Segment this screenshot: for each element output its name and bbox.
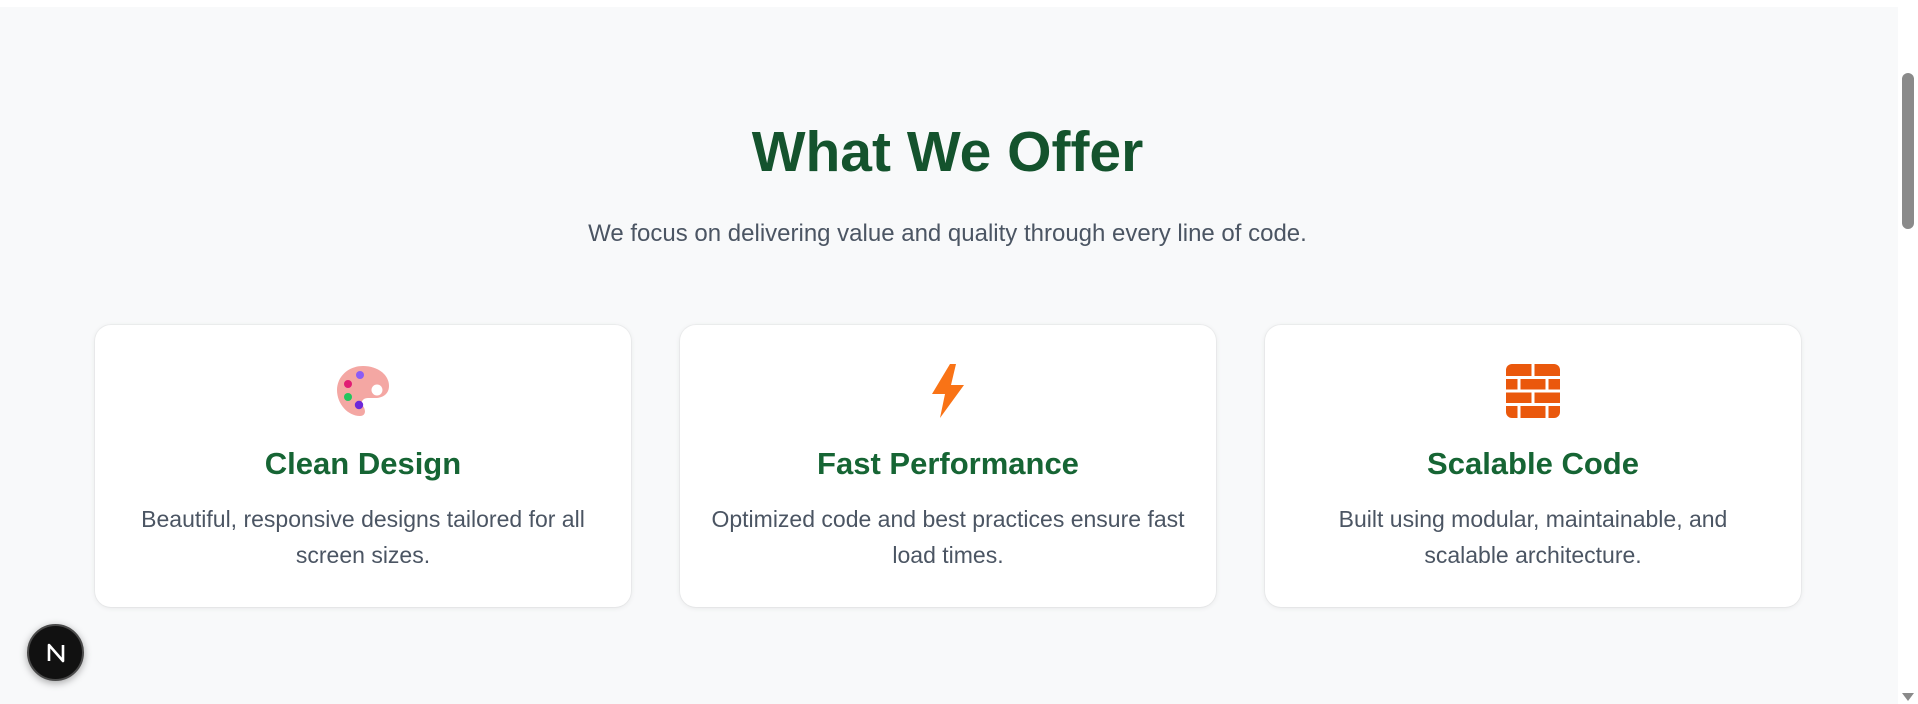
brick-wall-icon (1265, 363, 1801, 419)
feature-card-fast-performance: Fast Performance Optimized code and best… (680, 325, 1216, 607)
feature-card-clean-design: Clean Design Beautiful, responsive desig… (95, 325, 631, 607)
card-description: Optimized code and best practices ensure… (711, 506, 1185, 568)
scrollbar-thumb[interactable] (1902, 73, 1914, 229)
section-title: What We Offer (751, 120, 1144, 184)
card-title: Fast Performance (817, 446, 1079, 481)
card-title: Scalable Code (1427, 446, 1639, 481)
card-description: Built using modular, maintainable, and s… (1338, 506, 1728, 568)
nextjs-logo-icon (47, 643, 64, 662)
section-subtitle: We focus on delivering value and quality… (588, 220, 1307, 247)
feature-card-scalable-code: Scalable Code Built using modular, maint… (1265, 325, 1801, 607)
palette-icon (95, 363, 631, 419)
lightning-icon (680, 363, 1216, 419)
nextjs-dev-badge[interactable] (27, 624, 84, 681)
card-title: Clean Design (264, 446, 462, 481)
vertical-scrollbar[interactable] (1898, 0, 1918, 704)
page: What We Offer We focus on delivering val… (0, 7, 1898, 704)
card-description: Beautiful, responsive designs tailored f… (141, 506, 585, 568)
scroll-down-arrow-icon[interactable] (1902, 693, 1914, 701)
